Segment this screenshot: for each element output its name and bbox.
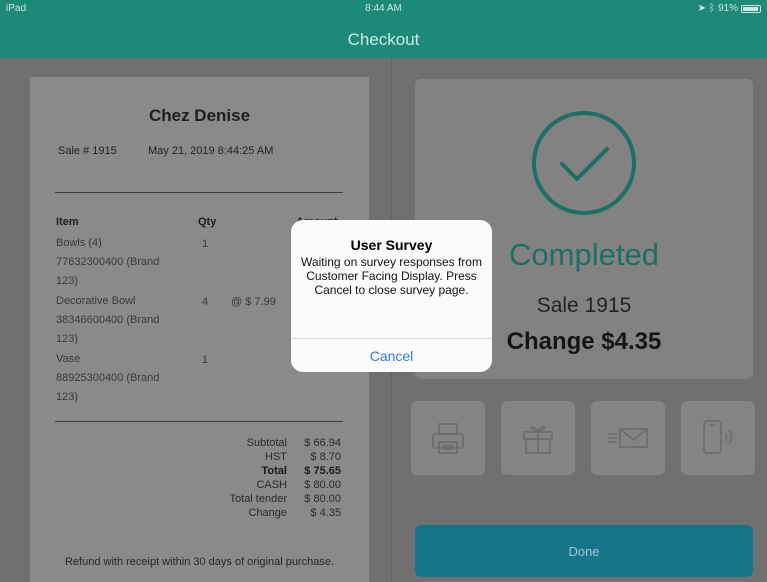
divider <box>55 192 343 193</box>
clock: 8:44 AM <box>365 3 402 14</box>
navigation-bar: iPad 8:44 AM ➤ ᛒ 91% Checkout <box>0 0 767 58</box>
dialog-message: Waiting on survey responses from Custome… <box>301 255 482 297</box>
gift-receipt-button[interactable] <box>501 401 575 475</box>
header-qty: Qty <box>198 216 217 228</box>
header-item: Item <box>56 216 79 228</box>
print-receipt-button[interactable] <box>411 401 485 475</box>
change-value: $ 4.35 <box>310 507 341 519</box>
bluetooth-icon: ᛒ <box>708 3 715 14</box>
page-title: Checkout <box>347 30 420 49</box>
user-survey-dialog: User Survey Waiting on survey responses … <box>291 220 492 372</box>
total-tender-label: Total tender <box>229 493 287 505</box>
line-item: Bowls (4) 77632300400 (Brand 123) <box>56 234 176 291</box>
sale-number: Sale # 1915 <box>58 145 117 157</box>
item-brand: 123) <box>56 275 79 287</box>
battery-percent: 91% <box>717 3 738 14</box>
item-qty: 1 <box>202 354 209 366</box>
refund-policy: Refund with receipt within 30 days of or… <box>64 556 335 568</box>
printer-icon <box>432 423 464 454</box>
item-qty: 1 <box>202 238 209 250</box>
subtotal-label: Subtotal <box>246 437 287 449</box>
subtotal-value: $ 66.94 <box>304 437 341 449</box>
text-receipt-button[interactable] <box>681 401 755 475</box>
item-name: Bowls (4) <box>56 237 102 249</box>
cash-label: CASH <box>256 479 287 491</box>
tax-value: $ 8.70 <box>310 451 341 463</box>
cash-value: $ 80.00 <box>304 479 341 491</box>
item-brand: 123) <box>56 333 79 345</box>
phone-icon <box>703 420 733 454</box>
status-bar: iPad 8:44 AM ➤ ᛒ 91% <box>0 0 767 18</box>
email-icon <box>608 428 648 448</box>
item-name: Vase <box>56 353 81 365</box>
email-receipt-button[interactable] <box>591 401 665 475</box>
battery-icon <box>741 4 761 13</box>
total-tender-value: $ 80.00 <box>304 493 341 505</box>
divider <box>55 421 343 422</box>
line-item: Vase 88925300400 (Brand 123) <box>56 350 176 407</box>
total-value: $ 75.65 <box>304 465 341 477</box>
item-sku: 77632300400 (Brand <box>56 256 160 268</box>
store-name: Chez Denise <box>148 106 251 125</box>
change-label: Change <box>248 507 287 519</box>
sale-date: May 21, 2019 8:44:25 AM <box>148 145 274 157</box>
gift-icon <box>523 425 553 454</box>
item-name: Decorative Bowl <box>56 295 136 307</box>
item-sku: 88925300400 (Brand <box>56 372 160 384</box>
location-icon: ➤ <box>697 3 706 14</box>
item-brand: 123) <box>56 391 79 403</box>
check-circle-icon <box>532 111 636 215</box>
cancel-button[interactable]: Cancel <box>291 339 492 372</box>
tax-label: HST <box>265 451 287 463</box>
done-button[interactable]: Done <box>415 525 753 577</box>
dialog-title: User Survey <box>350 237 433 253</box>
item-qty: 4 <box>202 296 209 308</box>
item-unit-price: @ $ 7.99 <box>231 296 276 308</box>
total-label: Total <box>261 465 287 477</box>
line-item: Decorative Bowl 38346600400 (Brand 123) <box>56 292 176 349</box>
item-sku: 38346600400 (Brand <box>56 314 160 326</box>
status-right: ➤ ᛒ 91% <box>698 3 761 14</box>
